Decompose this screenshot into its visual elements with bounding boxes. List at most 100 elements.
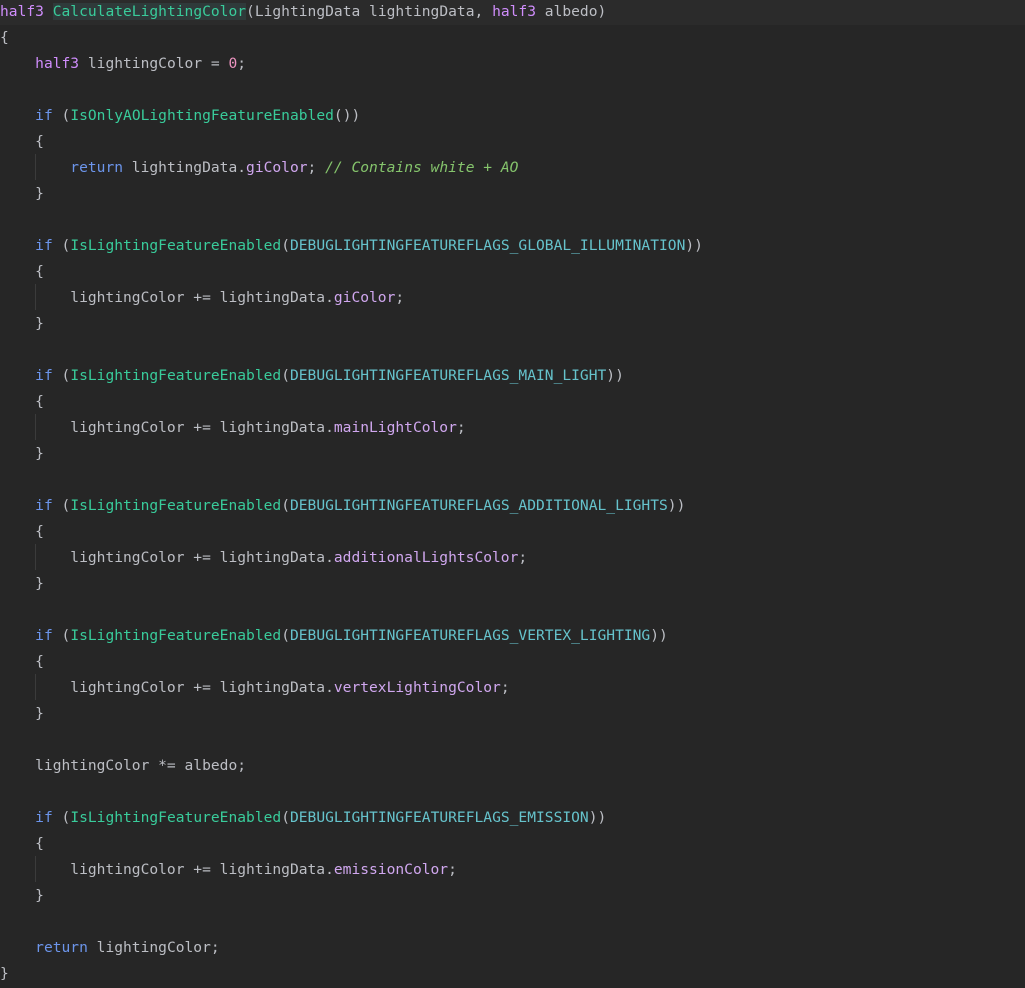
code-token: } xyxy=(0,575,44,592)
code-token: lightingColor += lightingData. xyxy=(0,861,334,878)
code-line[interactable]: { xyxy=(0,25,9,51)
code-line[interactable]: lightingColor += lightingData.giColor; xyxy=(0,285,404,311)
code-token: DEBUGLIGHTINGFEATUREFLAGS_GLOBAL_ILLUMIN… xyxy=(289,237,686,254)
code-token: ( xyxy=(281,627,290,644)
code-token: giColor xyxy=(246,159,308,176)
code-token: { xyxy=(0,393,44,410)
code-token: lightingData, xyxy=(360,3,493,20)
code-token: lightingColor += lightingData. xyxy=(0,419,334,436)
code-token: ( xyxy=(52,107,71,124)
code-token: } xyxy=(0,185,44,202)
code-token: CalculateLightingColor xyxy=(52,3,247,20)
code-line[interactable]: if (IsOnlyAOLightingFeatureEnabled()) xyxy=(0,103,360,129)
code-line[interactable]: } xyxy=(0,961,9,987)
code-token: if xyxy=(35,237,53,254)
code-token: ( xyxy=(281,367,290,384)
code-token: ( xyxy=(281,497,290,514)
code-token: if xyxy=(35,497,53,514)
code-token: { xyxy=(0,653,44,670)
code-line[interactable]: if (IsLightingFeatureEnabled(DEBUGLIGHTI… xyxy=(0,493,685,519)
code-token: )) xyxy=(588,809,607,826)
code-line[interactable]: } xyxy=(0,311,44,337)
code-line[interactable]: { xyxy=(0,649,44,675)
code-line[interactable]: lightingColor += lightingData.mainLightC… xyxy=(0,415,465,441)
code-line[interactable]: half3 CalculateLightingColor(LightingDat… xyxy=(0,0,1025,25)
code-token: half3 xyxy=(492,3,536,20)
code-line[interactable]: } xyxy=(0,181,44,207)
code-token: IsOnlyAOLightingFeatureEnabled xyxy=(70,107,334,124)
code-line[interactable]: { xyxy=(0,389,44,415)
code-token: { xyxy=(0,523,44,540)
code-line[interactable]: } xyxy=(0,883,44,909)
code-token: )) xyxy=(650,627,668,644)
code-token: } xyxy=(0,965,9,982)
code-token: IsLightingFeatureEnabled xyxy=(70,497,282,514)
code-token: if xyxy=(35,809,53,826)
code-token: } xyxy=(0,887,44,904)
code-token: ( xyxy=(246,3,255,20)
code-token: IsLightingFeatureEnabled xyxy=(70,627,282,644)
code-token: DEBUGLIGHTINGFEATUREFLAGS_EMISSION xyxy=(289,809,589,826)
code-token: ; xyxy=(500,679,510,696)
code-token: ( xyxy=(52,809,71,826)
code-token: albedo) xyxy=(536,3,607,20)
code-token: )) xyxy=(606,367,624,384)
code-token: { xyxy=(0,835,44,852)
code-line[interactable]: return lightingColor; xyxy=(0,935,220,961)
code-token: DEBUGLIGHTINGFEATUREFLAGS_MAIN_LIGHT xyxy=(289,367,607,384)
code-line[interactable]: if (IsLightingFeatureEnabled(DEBUGLIGHTI… xyxy=(0,805,606,831)
code-token: DEBUGLIGHTINGFEATUREFLAGS_VERTEX_LIGHTIN… xyxy=(289,627,651,644)
code-line[interactable]: if (IsLightingFeatureEnabled(DEBUGLIGHTI… xyxy=(0,623,668,649)
code-token: lightingColor += lightingData. xyxy=(0,289,334,306)
code-line[interactable]: lightingColor *= albedo; xyxy=(0,753,246,779)
code-token: mainLightColor xyxy=(333,419,457,436)
code-token: )) xyxy=(667,497,686,514)
code-line[interactable]: { xyxy=(0,259,44,285)
code-token: 0 xyxy=(228,55,238,72)
code-token: return xyxy=(35,939,88,956)
code-token: half3 xyxy=(0,3,44,20)
code-token: if xyxy=(35,627,53,644)
code-token: { xyxy=(0,133,44,150)
code-token: lightingData. xyxy=(123,159,247,176)
code-line[interactable]: lightingColor += lightingData.additional… xyxy=(0,545,527,571)
code-token: IsLightingFeatureEnabled xyxy=(70,367,282,384)
code-token: ( xyxy=(52,627,71,644)
code-token: additionalLightsColor xyxy=(333,549,519,566)
code-token: ; xyxy=(395,289,405,306)
code-token: vertexLightingColor xyxy=(333,679,501,696)
code-line[interactable]: half3 lightingColor = 0; xyxy=(0,51,246,77)
code-token: IsLightingFeatureEnabled xyxy=(70,237,282,254)
code-line[interactable]: { xyxy=(0,129,44,155)
code-token: lightingColor += lightingData. xyxy=(0,679,334,696)
code-token: return xyxy=(70,159,124,176)
code-line[interactable]: } xyxy=(0,571,44,597)
code-token: IsLightingFeatureEnabled xyxy=(70,809,282,826)
code-token: if xyxy=(35,367,53,384)
code-line[interactable]: lightingColor += lightingData.emissionCo… xyxy=(0,857,457,883)
code-token: lightingColor = xyxy=(79,55,229,72)
code-editor[interactable]: half3 CalculateLightingColor(LightingDat… xyxy=(0,0,1025,988)
code-token: ()) xyxy=(333,107,361,124)
code-line[interactable]: } xyxy=(0,701,44,727)
code-token: } xyxy=(0,705,44,722)
code-token: // Contains white + AO xyxy=(325,159,519,176)
code-token: LightingData xyxy=(254,3,361,20)
code-token: emissionColor xyxy=(333,861,449,878)
code-token: giColor xyxy=(333,289,396,306)
code-line[interactable]: } xyxy=(0,441,44,467)
code-token: } xyxy=(0,445,44,462)
code-line[interactable]: return lightingData.giColor; // Contains… xyxy=(0,155,518,181)
code-line[interactable]: lightingColor += lightingData.vertexLigh… xyxy=(0,675,510,701)
code-line[interactable]: { xyxy=(0,519,44,545)
code-line[interactable]: if (IsLightingFeatureEnabled(DEBUGLIGHTI… xyxy=(0,363,624,389)
code-line[interactable]: { xyxy=(0,831,44,857)
code-line[interactable]: if (IsLightingFeatureEnabled(DEBUGLIGHTI… xyxy=(0,233,703,259)
